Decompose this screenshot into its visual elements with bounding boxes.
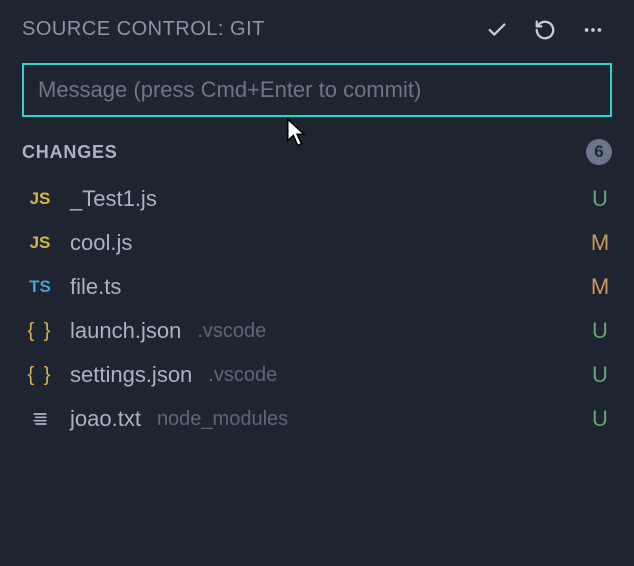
source-control-panel: SOURCE CONTROL: GIT bbox=[0, 0, 634, 459]
js-file-icon: JS bbox=[22, 233, 58, 253]
file-row[interactable]: TS file.ts M bbox=[22, 265, 612, 309]
file-name: file.ts bbox=[70, 274, 121, 300]
more-actions-icon[interactable] bbox=[582, 19, 604, 41]
file-name: settings.json bbox=[70, 362, 192, 388]
file-status-badge: U bbox=[588, 318, 612, 344]
file-name: cool.js bbox=[70, 230, 132, 256]
changes-section-header[interactable]: CHANGES 6 bbox=[22, 139, 612, 165]
file-row[interactable]: { } launch.json .vscode U bbox=[22, 309, 612, 353]
file-row[interactable]: JS cool.js M bbox=[22, 221, 612, 265]
panel-title: SOURCE CONTROL: GIT bbox=[22, 18, 265, 41]
file-path: .vscode bbox=[197, 320, 266, 343]
js-file-icon: JS bbox=[22, 189, 58, 209]
file-status-badge: M bbox=[588, 274, 612, 300]
changes-count-badge: 6 bbox=[586, 139, 612, 165]
ts-file-icon: TS bbox=[22, 277, 58, 297]
file-row[interactable]: joao.txt node_modules U bbox=[22, 397, 612, 441]
file-path: node_modules bbox=[157, 408, 288, 431]
text-file-icon bbox=[22, 409, 58, 429]
file-name: launch.json bbox=[70, 318, 181, 344]
commit-icon[interactable] bbox=[486, 19, 508, 41]
json-file-icon: { } bbox=[22, 320, 58, 343]
file-status-badge: U bbox=[588, 186, 612, 212]
refresh-icon[interactable] bbox=[534, 19, 556, 41]
file-name: joao.txt bbox=[70, 406, 141, 432]
file-status-badge: M bbox=[588, 230, 612, 256]
file-status-badge: U bbox=[588, 406, 612, 432]
panel-actions bbox=[486, 19, 612, 41]
file-row[interactable]: { } settings.json .vscode U bbox=[22, 353, 612, 397]
panel-header: SOURCE CONTROL: GIT bbox=[22, 18, 612, 41]
changes-file-list: JS _Test1.js U JS cool.js M TS file.ts M { } launc… bbox=[22, 177, 612, 441]
json-file-icon: { } bbox=[22, 364, 58, 387]
commit-message-input[interactable] bbox=[22, 63, 612, 117]
file-name: _Test1.js bbox=[70, 186, 157, 212]
file-status-badge: U bbox=[588, 362, 612, 388]
file-path: .vscode bbox=[208, 364, 277, 387]
file-row[interactable]: JS _Test1.js U bbox=[22, 177, 612, 221]
changes-title: CHANGES bbox=[22, 142, 118, 163]
